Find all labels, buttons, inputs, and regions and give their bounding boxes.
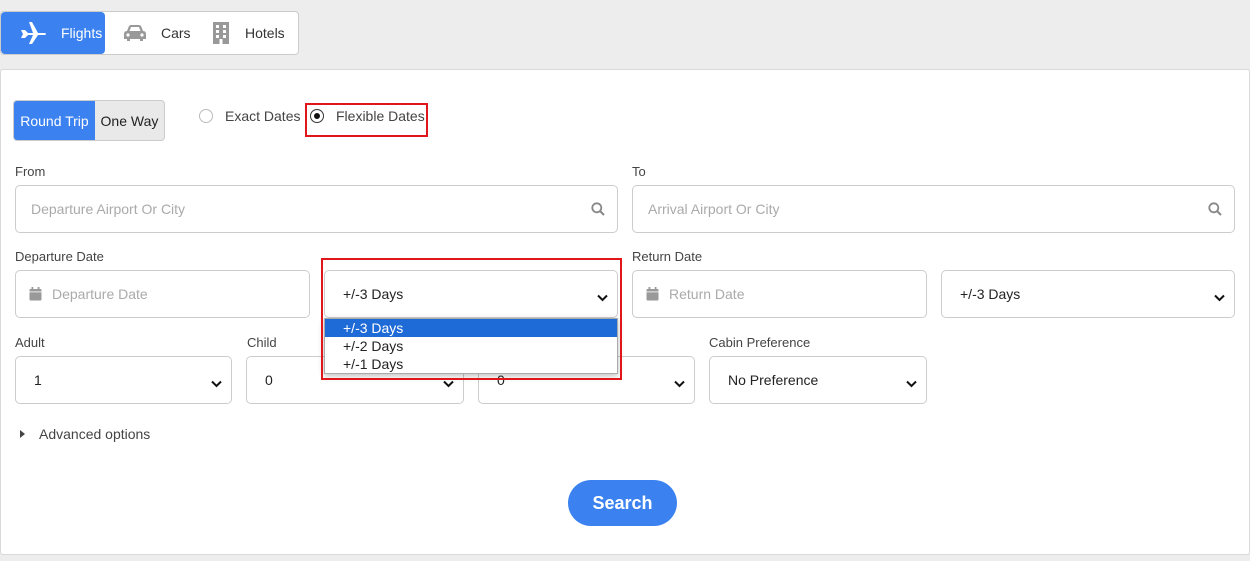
search-icon	[591, 202, 605, 219]
adult-value: 1	[34, 372, 42, 388]
return-date-label: Return Date	[632, 249, 703, 264]
chevron-down-icon	[906, 375, 917, 391]
round-trip-button[interactable]: Round Trip	[14, 101, 95, 140]
calendar-icon	[646, 287, 659, 301]
caret-right-icon	[20, 430, 25, 438]
adult-select[interactable]: 1	[15, 356, 232, 404]
return-date-placeholder: Return Date	[669, 286, 745, 302]
exact-dates-radio[interactable]	[199, 109, 213, 123]
tab-cars[interactable]: Cars	[105, 12, 197, 54]
plane-icon	[19, 21, 47, 45]
departure-date-label: Departure Date	[15, 249, 104, 264]
to-field[interactable]: Arrival Airport Or City	[632, 185, 1235, 233]
tab-hotels-label: Hotels	[245, 25, 285, 41]
from-field[interactable]: Departure Airport Or City	[15, 185, 618, 233]
adult-label: Adult	[15, 335, 45, 350]
trip-type-toggle: Round Trip One Way	[13, 100, 165, 141]
exact-dates-option[interactable]: Exact Dates	[199, 108, 300, 124]
from-label: From	[15, 164, 46, 179]
car-icon	[123, 24, 147, 42]
search-button[interactable]: Search	[568, 480, 677, 526]
search-mode-tabs: Flights Cars Hotels	[0, 11, 299, 55]
advanced-options-label: Advanced options	[39, 426, 151, 442]
calendar-icon	[29, 287, 42, 301]
return-flex-select[interactable]: +/-3 Days	[941, 270, 1235, 318]
from-placeholder: Departure Airport Or City	[31, 201, 186, 217]
departure-date-placeholder: Departure Date	[52, 286, 148, 302]
cabin-preference-select[interactable]: No Preference	[709, 356, 927, 404]
tab-hotels[interactable]: Hotels	[197, 12, 297, 54]
return-flex-value: +/-3 Days	[960, 286, 1021, 302]
tab-flights-label: Flights	[61, 25, 103, 41]
chevron-down-icon	[211, 375, 222, 391]
chevron-down-icon	[1214, 289, 1225, 305]
departure-date-field[interactable]: Departure Date	[15, 270, 310, 318]
search-icon	[1208, 202, 1222, 219]
tab-cars-label: Cars	[161, 25, 191, 41]
child-label: Child	[247, 335, 277, 350]
cabin-preference-label: Cabin Preference	[709, 335, 811, 350]
child-value: 0	[265, 372, 273, 388]
hotel-icon	[211, 21, 231, 45]
cabin-preference-value: No Preference	[728, 372, 819, 388]
chevron-down-icon	[674, 375, 685, 391]
to-placeholder: Arrival Airport Or City	[648, 201, 780, 217]
advanced-options-toggle[interactable]: Advanced options	[20, 426, 150, 442]
flex-dropdown-highlight	[321, 258, 622, 380]
tab-flights[interactable]: Flights	[1, 12, 105, 54]
return-date-field[interactable]: Return Date	[632, 270, 927, 318]
one-way-button[interactable]: One Way	[95, 101, 164, 140]
to-label: To	[632, 164, 646, 179]
flexible-dates-highlight	[305, 103, 428, 137]
exact-dates-label: Exact Dates	[225, 108, 301, 124]
